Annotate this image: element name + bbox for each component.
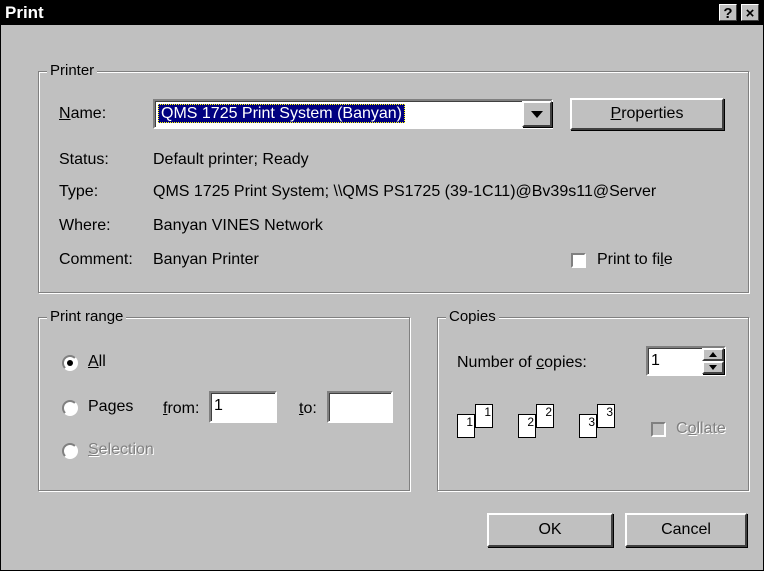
to-label: to:: [299, 400, 317, 417]
radio-selected-dot: [67, 360, 73, 366]
where-value: Banyan VINES Network: [153, 217, 323, 234]
print-to-file-checkbox[interactable]: [571, 253, 586, 268]
page-icon: 1: [475, 404, 493, 428]
name-label: Name:: [59, 105, 107, 122]
status-label: Status:: [59, 151, 109, 168]
selection-label: Selection: [88, 441, 154, 458]
all-label: All: [88, 353, 106, 370]
type-label: Type:: [59, 183, 99, 200]
close-icon: ×: [745, 5, 755, 22]
comment-value: Banyan Printer: [153, 251, 259, 268]
title-bar: Print ? ×: [1, 1, 763, 25]
pages-label: Pages: [88, 398, 134, 415]
selection-radio[interactable]: [62, 443, 78, 459]
chevron-down-icon: [531, 111, 543, 118]
properties-button[interactable]: Properties: [570, 98, 724, 130]
from-label: from:: [163, 400, 200, 417]
to-input[interactable]: [327, 391, 393, 423]
type-value: QMS 1725 Print System; \\QMS PS1725 (39-…: [153, 183, 657, 200]
arrow-up-icon: [709, 352, 717, 357]
page-icon: 3: [579, 414, 597, 438]
printer-name-value: QMS 1725 Print System (Banyan): [158, 104, 405, 123]
copies-decrement-button[interactable]: [702, 361, 724, 374]
collate-checkbox[interactable]: [651, 422, 666, 437]
help-button[interactable]: ?: [719, 4, 737, 22]
number-of-copies-label: Number of copies:: [457, 354, 587, 371]
all-radio[interactable]: [62, 355, 78, 371]
print-dialog: Print ? × Printer Name: QMS 1725 Print S…: [0, 0, 764, 571]
window-title: Print: [5, 3, 44, 22]
ok-button[interactable]: OK: [487, 513, 613, 547]
print-to-file-label: Print to file: [597, 251, 673, 268]
page-icon: 2: [518, 414, 536, 438]
close-button[interactable]: ×: [741, 4, 759, 22]
status-value: Default printer; Ready: [153, 151, 309, 168]
from-input[interactable]: 1: [209, 391, 277, 423]
printer-legend: Printer: [47, 62, 98, 79]
page-icon: 1: [457, 414, 475, 438]
where-label: Where:: [59, 217, 111, 234]
printer-name-select[interactable]: QMS 1725 Print System (Banyan): [153, 99, 553, 129]
copies-legend: Copies: [446, 308, 499, 325]
arrow-down-icon: [709, 365, 717, 370]
pages-radio[interactable]: [62, 400, 78, 416]
collate-label: Collate: [676, 420, 726, 437]
copies-increment-button[interactable]: [702, 348, 724, 361]
page-icon: 2: [536, 404, 554, 428]
copies-value: 1: [651, 352, 660, 369]
from-value: 1: [214, 397, 223, 414]
help-icon: ?: [723, 5, 733, 22]
comment-label: Comment:: [59, 251, 133, 268]
printer-dropdown-button[interactable]: [522, 101, 552, 127]
print-range-legend: Print range: [47, 308, 127, 325]
page-icon: 3: [597, 404, 615, 428]
cancel-button[interactable]: Cancel: [625, 513, 747, 547]
